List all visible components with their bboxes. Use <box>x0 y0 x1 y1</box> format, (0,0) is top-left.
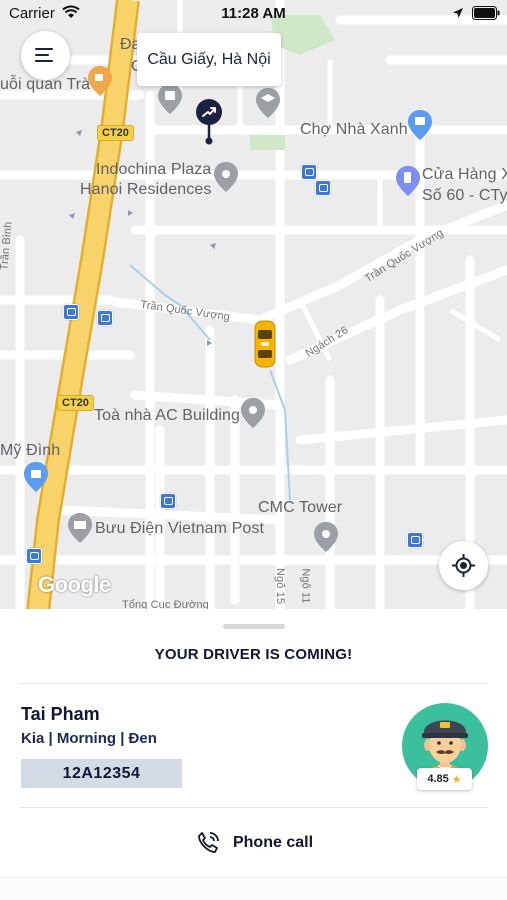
gas-station-pin-icon <box>396 166 420 196</box>
taxi-icon <box>254 320 276 368</box>
divider <box>20 683 487 684</box>
map-label-cua-hang: Cửa Hàng X <box>422 166 507 183</box>
vehicle-info: Kia | Morning | Đen <box>21 730 157 747</box>
map-label-indochina-plaza: Indochina Plaza <box>96 161 212 178</box>
pickup-pin-icon <box>196 99 222 145</box>
pickup-location-callout[interactable]: Cầu Giấy, Hà Nội <box>137 33 281 86</box>
poi-pin-icon <box>241 398 265 428</box>
bus-stop-icon <box>26 548 42 564</box>
map-label-so-60: Số 60 - CTy <box>422 187 507 204</box>
map-label-ngo-15: Ngõ 15 <box>274 567 287 605</box>
post-office-pin-icon <box>68 513 92 543</box>
divider <box>20 807 487 808</box>
phone-icon <box>198 832 219 853</box>
rating-badge: 4.85 ★ <box>417 768 472 790</box>
shopping-pin-icon <box>408 110 432 140</box>
crosshair-icon <box>452 554 475 577</box>
cafe-pin-icon <box>88 66 112 96</box>
map-label-buu-dien: Bưu Điện Vietnam Post <box>95 520 265 537</box>
bus-stop-icon <box>63 304 79 320</box>
status-bar: Carrier 11:28 AM <box>0 0 507 28</box>
location-arrow-icon <box>453 8 463 18</box>
status-time: 11:28 AM <box>221 5 286 22</box>
poi-pin-icon <box>214 162 238 192</box>
map-label-hanoi-residences: Hanoi Residences <box>80 181 212 198</box>
bus-stop-icon <box>315 180 331 196</box>
bus-stop-icon <box>160 493 176 509</box>
driver-name: Tai Pham <box>21 704 100 724</box>
menu-icon <box>35 48 53 62</box>
map-label-my-dinh: Mỹ Đình <box>0 442 61 459</box>
star-icon: ★ <box>451 773 462 786</box>
bus-stop-icon <box>301 164 317 180</box>
map-label-cmc-tower: CMC Tower <box>258 499 343 516</box>
map-label-ac-building: Toà nhà AC Building <box>94 407 241 424</box>
school-pin-icon <box>256 88 280 118</box>
map-label-cho-nha-xanh: Chợ Nhà Xanh <box>300 121 408 138</box>
map-label-ngo-11: Ngõ 11 <box>299 568 312 604</box>
bus-stop-icon <box>407 532 423 548</box>
map-view[interactable]: Đa G uỗi quán Trà Chợ Nhà Xanh Indochina… <box>0 0 507 612</box>
menu-button[interactable] <box>21 31 70 80</box>
road-badge-ct20: CT20 <box>57 395 94 411</box>
license-plate: 12A12354 <box>21 759 182 788</box>
poi-pin-icon <box>314 522 338 552</box>
sheet-drag-handle[interactable] <box>223 624 285 629</box>
phone-call-label: Phone call <box>232 834 314 851</box>
poi-pin-icon <box>158 84 182 114</box>
sheet-title: YOUR DRIVER IS COMING! <box>154 646 353 663</box>
road-badge-ct20: CT20 <box>97 125 134 141</box>
bus-stop-icon <box>97 310 113 326</box>
pickup-location-label: Cầu Giấy, Hà Nội <box>147 50 271 68</box>
shopping-pin-icon <box>24 462 48 492</box>
phone-call-button[interactable]: Phone call <box>0 821 507 865</box>
recenter-location-button[interactable] <box>439 541 488 590</box>
sheet-footer <box>0 877 507 900</box>
battery-icon <box>472 6 500 20</box>
rating-value: 4.85 <box>427 773 449 785</box>
google-logo: Google <box>38 572 111 597</box>
driver-info-sheet: YOUR DRIVER IS COMING! Tai Pham Kia | Mo… <box>0 609 507 900</box>
